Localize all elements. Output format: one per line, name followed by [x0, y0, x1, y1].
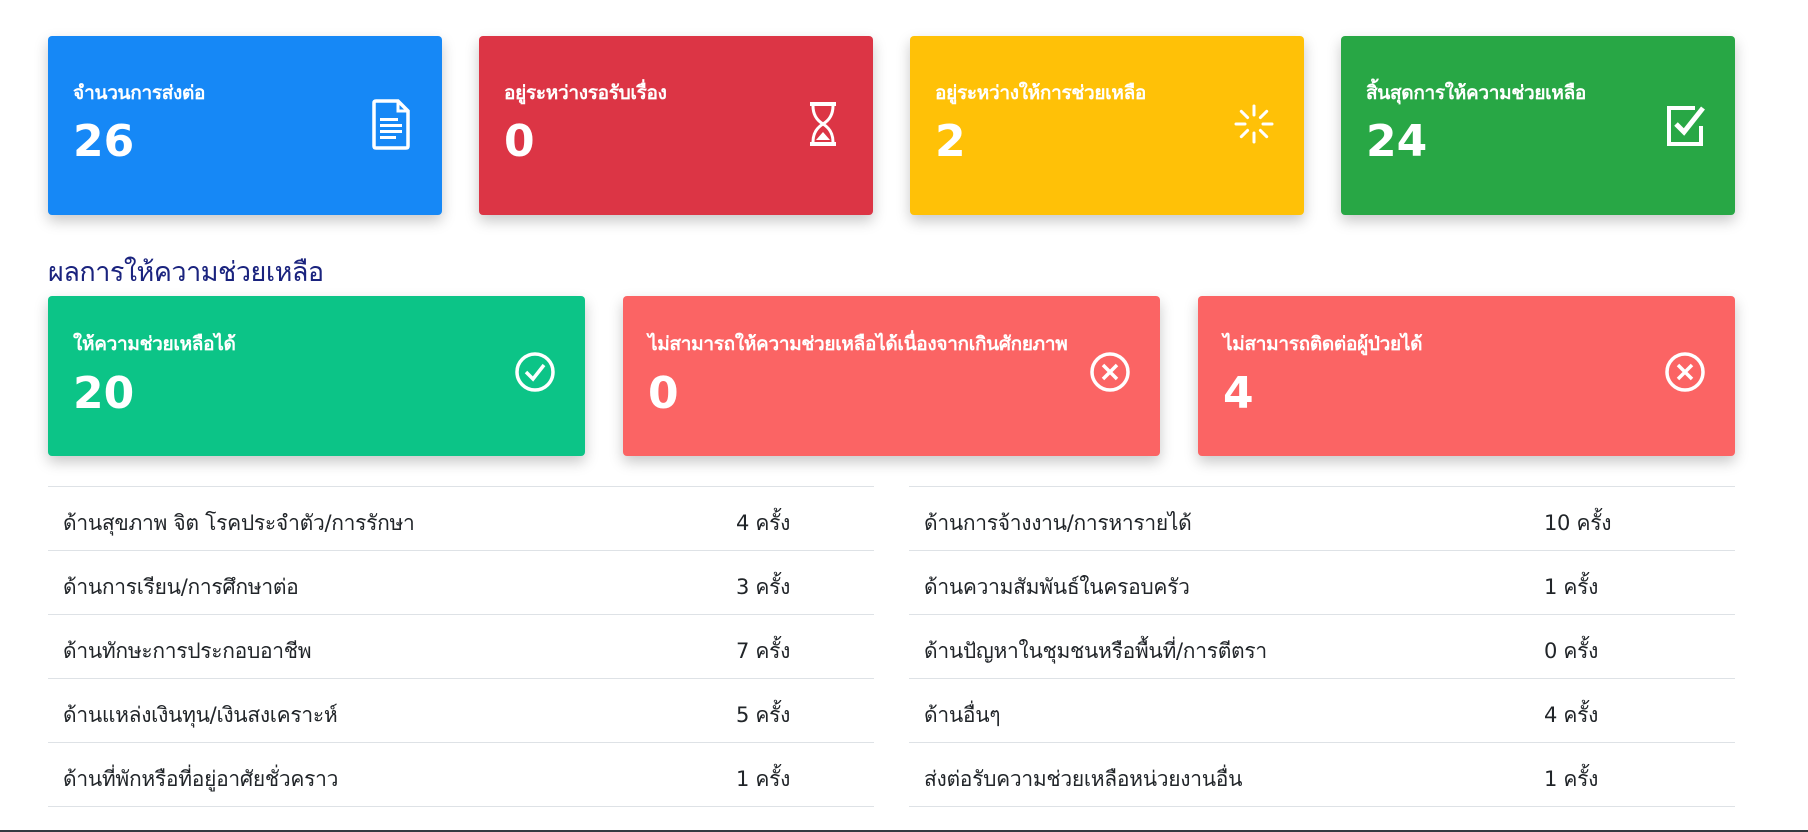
stat-value: 24	[1366, 116, 1428, 167]
table-row: ส่งต่อรับความช่วยเหลือหน่วยงานอื่น 1 ครั…	[909, 743, 1735, 807]
result-card-unreachable[interactable]: ไม่สามารถติดต่อผู้ป่วยได้ 4	[1198, 296, 1735, 456]
category-name: ด้านทักษะการประกอบอาชีพ	[63, 639, 312, 663]
result-card-beyond-capacity[interactable]: ไม่สามารถให้ความช่วยเหลือได้เนื่องจากเกิ…	[623, 296, 1160, 456]
check-circle-icon	[515, 352, 555, 392]
category-name: ด้านแหล่งเงินทุน/เงินสงเคราะห์	[63, 703, 338, 727]
category-table-left: ด้านสุขภาพ จิต โรคประจำตัว/การรักษา 4 คร…	[48, 486, 874, 807]
table-row: ด้านทักษะการประกอบอาชีพ 7 ครั้ง	[48, 615, 874, 679]
category-name: ด้านความสัมพันธ์ในครอบครัว	[924, 575, 1190, 599]
category-count: 4 ครั้ง	[1544, 703, 1599, 727]
stat-label: อยู่ระหว่างรอรับเรื่อง	[504, 82, 667, 104]
category-count: 7 ครั้ง	[736, 639, 791, 663]
category-name: ด้านอื่นๆ	[924, 703, 1001, 727]
table-row: ด้านปัญหาในชุมชนหรือพื้นที่/การตีตรา 0 ค…	[909, 615, 1735, 679]
category-count: 0 ครั้ง	[1544, 639, 1599, 663]
stat-card-referrals[interactable]: จำนวนการส่งต่อ 26	[48, 36, 442, 215]
category-table-right: ด้านการจ้างงาน/การหารายได้ 10 ครั้ง ด้าน…	[909, 486, 1735, 807]
stat-label: สิ้นสุดการให้ความช่วยเหลือ	[1366, 82, 1587, 104]
x-circle-icon	[1090, 352, 1130, 392]
category-name: ส่งต่อรับความช่วยเหลือหน่วยงานอื่น	[924, 767, 1243, 791]
table-row: ด้านสุขภาพ จิต โรคประจำตัว/การรักษา 4 คร…	[48, 487, 874, 551]
document-icon	[372, 99, 410, 150]
hourglass-icon	[810, 102, 836, 146]
result-value: 4	[1223, 368, 1254, 419]
table-row: ด้านความสัมพันธ์ในครอบครัว 1 ครั้ง	[909, 551, 1735, 615]
category-name: ด้านปัญหาในชุมชนหรือพื้นที่/การตีตรา	[924, 639, 1267, 663]
stat-value: 0	[504, 116, 535, 167]
category-name: ด้านการเรียน/การศึกษาต่อ	[63, 575, 299, 599]
result-card-helped[interactable]: ให้ความช่วยเหลือได้ 20	[48, 296, 585, 456]
table-row: ด้านแหล่งเงินทุน/เงินสงเคราะห์ 5 ครั้ง	[48, 679, 874, 743]
category-count: 1 ครั้ง	[1544, 767, 1599, 791]
category-count: 4 ครั้ง	[736, 511, 791, 535]
category-tables: ด้านสุขภาพ จิต โรคประจำตัว/การรักษา 4 คร…	[48, 486, 1735, 807]
stat-label: จำนวนการส่งต่อ	[73, 82, 206, 104]
category-name: ด้านการจ้างงาน/การหารายได้	[924, 511, 1192, 535]
stats-row: จำนวนการส่งต่อ 26 อยู่ระหว่างรอรับเรื่อง…	[48, 36, 1735, 215]
stat-value: 26	[73, 116, 135, 167]
spinner-icon	[1234, 104, 1274, 144]
table-row: ด้านที่พักหรือที่อยู่อาศัยชั่วคราว 1 ครั…	[48, 743, 874, 807]
result-value: 0	[648, 368, 679, 419]
result-label: ให้ความช่วยเหลือได้	[73, 333, 236, 355]
category-count: 10 ครั้ง	[1544, 511, 1612, 535]
x-circle-icon	[1665, 352, 1705, 392]
stat-card-in-progress[interactable]: อยู่ระหว่างให้การช่วยเหลือ 2	[910, 36, 1304, 215]
results-section-title: ผลการให้ความช่วยเหลือ	[48, 257, 324, 288]
result-label: ไม่สามารถให้ความช่วยเหลือได้เนื่องจากเกิ…	[648, 333, 1068, 355]
result-label: ไม่สามารถติดต่อผู้ป่วยได้	[1223, 333, 1423, 355]
stat-card-pending[interactable]: อยู่ระหว่างรอรับเรื่อง 0	[479, 36, 873, 215]
category-name: ด้านสุขภาพ จิต โรคประจำตัว/การรักษา	[63, 511, 415, 535]
category-count: 1 ครั้ง	[736, 767, 791, 791]
stat-card-completed[interactable]: สิ้นสุดการให้ความช่วยเหลือ 24	[1341, 36, 1735, 215]
category-count: 3 ครั้ง	[736, 575, 791, 599]
category-count: 1 ครั้ง	[1544, 575, 1599, 599]
table-row: ด้านอื่นๆ 4 ครั้ง	[909, 679, 1735, 743]
results-row: ให้ความช่วยเหลือได้ 20 ไม่สามารถให้ความช…	[48, 296, 1735, 456]
stat-label: อยู่ระหว่างให้การช่วยเหลือ	[935, 82, 1147, 104]
result-value: 20	[73, 368, 135, 419]
stat-value: 2	[935, 116, 966, 167]
table-row: ด้านการเรียน/การศึกษาต่อ 3 ครั้ง	[48, 551, 874, 615]
table-row: ด้านการจ้างงาน/การหารายได้ 10 ครั้ง	[909, 487, 1735, 551]
category-count: 5 ครั้ง	[736, 703, 791, 727]
check-square-icon	[1667, 106, 1705, 146]
category-name: ด้านที่พักหรือที่อยู่อาศัยชั่วคราว	[63, 767, 339, 791]
